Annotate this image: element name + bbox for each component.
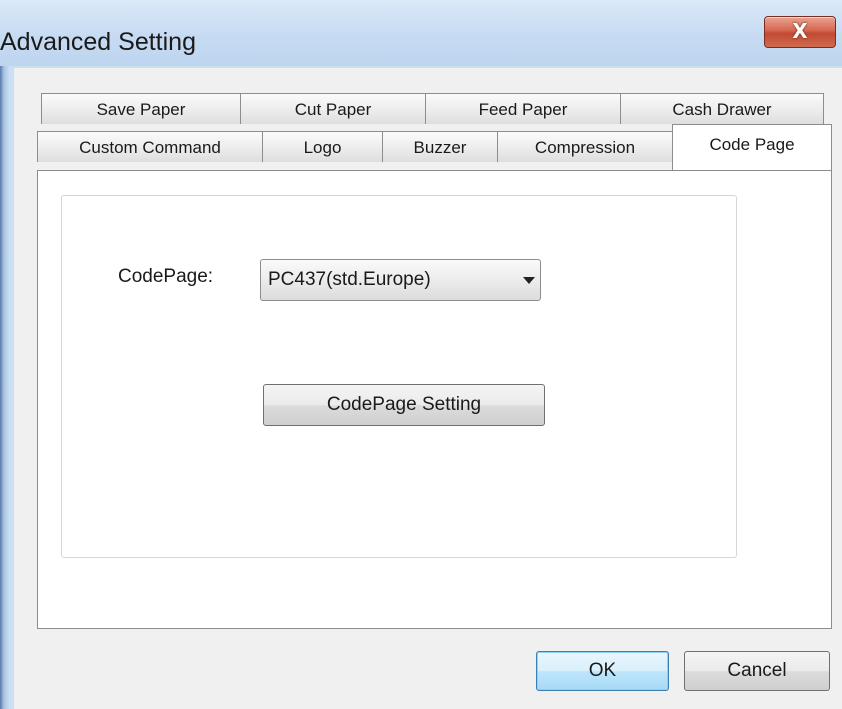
title-bar[interactable]: Advanced Setting X <box>0 0 842 66</box>
tab-label: Logo <box>303 138 342 157</box>
dropdown-arrow-icon <box>523 277 535 284</box>
window-left-edge <box>0 0 10 709</box>
tab-label: Save Paper <box>96 100 186 119</box>
tab-logo[interactable]: Logo <box>262 131 383 162</box>
tab-cash-drawer[interactable]: Cash Drawer <box>620 93 824 124</box>
tab-label: Cash Drawer <box>672 100 772 119</box>
tab-label: Custom Command <box>79 138 221 157</box>
tab-compression[interactable]: Compression <box>497 131 673 162</box>
codepage-setting-button[interactable]: CodePage Setting <box>263 384 545 426</box>
tab-feed-paper[interactable]: Feed Paper <box>425 93 621 124</box>
tab-custom-command[interactable]: Custom Command <box>37 131 263 162</box>
window-title: Advanced Setting <box>0 28 196 56</box>
tab-save-paper[interactable]: Save Paper <box>41 93 241 124</box>
tab-cut-paper[interactable]: Cut Paper <box>240 93 426 124</box>
ok-button[interactable]: OK <box>536 651 669 691</box>
close-icon: X <box>792 19 808 43</box>
close-button[interactable]: X <box>764 16 836 48</box>
codepage-label: CodePage: <box>118 266 214 287</box>
tab-label: Buzzer <box>413 138 467 157</box>
codepage-group-box <box>61 195 737 558</box>
tab-label: Feed Paper <box>478 100 568 119</box>
tab-label: Cut Paper <box>294 100 372 119</box>
tab-code-page[interactable]: Code Page <box>672 124 832 170</box>
codepage-select[interactable]: PC437(std.Europe) <box>260 259 541 301</box>
tab-buzzer[interactable]: Buzzer <box>382 131 498 162</box>
tab-label: Code Page <box>709 135 795 154</box>
cancel-button[interactable]: Cancel <box>684 651 830 691</box>
codepage-selected-value: PC437(std.Europe) <box>268 269 431 290</box>
tab-label: Compression <box>534 138 636 157</box>
